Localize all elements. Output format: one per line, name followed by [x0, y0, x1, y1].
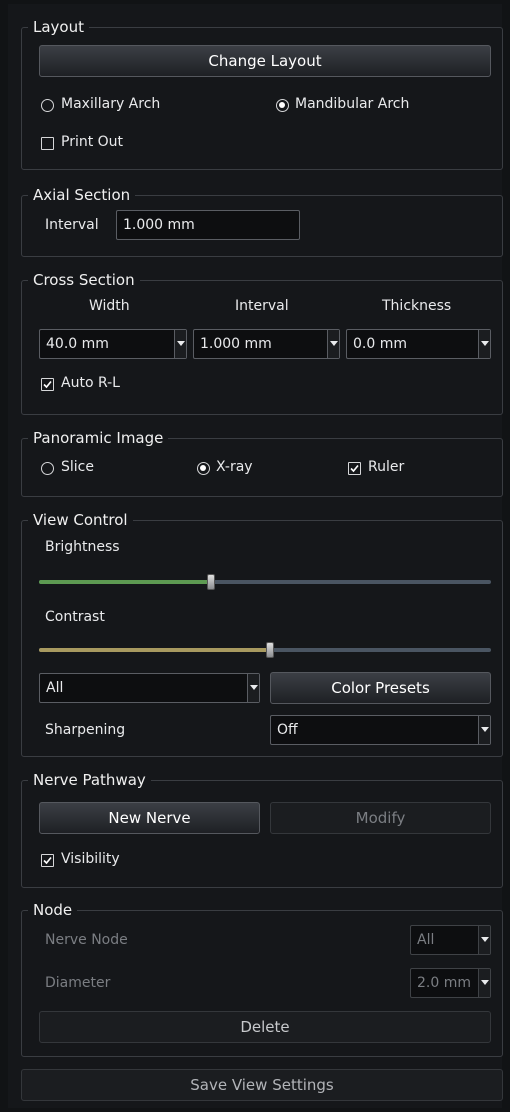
chevron-down-icon — [327, 330, 339, 358]
axial-interval-input[interactable]: 1.000 mm — [116, 210, 300, 240]
nerve-node-select[interactable]: All — [410, 925, 491, 955]
cross-width-select[interactable]: 40.0 mm — [39, 329, 187, 359]
cross-thickness-value: 0.0 mm — [353, 336, 407, 352]
contrast-label: Contrast — [45, 609, 105, 625]
chevron-down-icon — [478, 969, 490, 997]
nerve-pathway-title: Nerve Pathway — [28, 770, 151, 790]
sharpening-label: Sharpening — [45, 722, 126, 738]
print-out-label: Print Out — [61, 134, 124, 150]
nerve-pathway-group: Nerve Pathway New Nerve Modify Visibilit… — [21, 770, 503, 888]
axial-interval-label: Interval — [45, 217, 99, 233]
brightness-slider-fill — [39, 580, 211, 584]
panoramic-image-group: Panoramic Image Slice X-ray Ruler — [21, 428, 503, 497]
slice-radio[interactable] — [41, 462, 54, 475]
settings-panel: Layout Change Layout Maxillary Arch Mand… — [8, 4, 503, 1108]
contrast-slider-fill — [39, 648, 270, 652]
maxillary-label: Maxillary Arch — [61, 96, 161, 112]
chevron-down-icon — [174, 330, 186, 358]
panoramic-title: Panoramic Image — [28, 428, 169, 448]
brightness-slider-handle[interactable] — [207, 574, 215, 590]
visibility-checkbox[interactable] — [41, 854, 54, 867]
brightness-label: Brightness — [45, 539, 120, 555]
slice-label: Slice — [61, 459, 94, 475]
cross-section-group: Cross Section Width Interval Thickness 4… — [21, 270, 503, 415]
cross-width-header: Width — [89, 298, 130, 314]
diameter-value: 2.0 mm — [417, 975, 471, 991]
save-view-settings-button[interactable]: Save View Settings — [21, 1069, 503, 1101]
checkmark-icon — [43, 856, 52, 865]
ruler-label: Ruler — [368, 459, 405, 475]
diameter-select[interactable]: 2.0 mm — [410, 968, 491, 998]
delete-button[interactable]: Delete — [39, 1011, 491, 1043]
chevron-down-icon — [478, 926, 490, 954]
auto-rl-checkbox[interactable] — [41, 378, 54, 391]
cross-section-title: Cross Section — [28, 270, 140, 290]
xray-radio[interactable] — [197, 462, 210, 475]
auto-rl-label: Auto R-L — [61, 375, 120, 391]
mandibular-label: Mandibular Arch — [295, 96, 410, 112]
sharpening-select[interactable]: Off — [270, 715, 491, 745]
node-group: Node Nerve Node All Diameter 2.0 mm Dele… — [21, 900, 503, 1057]
cross-interval-header: Interval — [235, 298, 289, 314]
maxillary-radio[interactable] — [41, 99, 54, 112]
diameter-label: Diameter — [45, 975, 111, 991]
xray-label: X-ray — [216, 459, 253, 475]
new-nerve-button[interactable]: New Nerve — [39, 802, 260, 834]
channel-value: All — [46, 680, 64, 696]
visibility-label: Visibility — [61, 851, 120, 867]
cross-thickness-header: Thickness — [382, 298, 452, 314]
layout-group: Layout Change Layout Maxillary Arch Mand… — [21, 17, 503, 170]
modify-button[interactable]: Modify — [270, 802, 491, 834]
axial-section-title: Axial Section — [28, 185, 136, 205]
checkmark-icon — [43, 380, 52, 389]
chevron-down-icon — [247, 674, 259, 702]
nerve-node-value: All — [417, 932, 435, 948]
checkmark-icon — [350, 464, 359, 473]
ruler-checkbox[interactable] — [348, 462, 361, 475]
axial-section-group: Axial Section Interval 1.000 mm — [21, 185, 503, 257]
cross-width-value: 40.0 mm — [46, 336, 109, 352]
view-control-title: View Control — [28, 510, 133, 530]
mandibular-radio[interactable] — [276, 99, 289, 112]
view-control-group: View Control Brightness Contrast All Col… — [21, 510, 503, 757]
layout-group-title: Layout — [28, 17, 89, 37]
cross-thickness-select[interactable]: 0.0 mm — [346, 329, 491, 359]
nerve-node-label: Nerve Node — [45, 932, 128, 948]
sharpening-value: Off — [277, 722, 298, 738]
change-layout-button[interactable]: Change Layout — [39, 45, 491, 77]
chevron-down-icon — [478, 330, 490, 358]
cross-interval-value: 1.000 mm — [200, 336, 272, 352]
node-title: Node — [28, 900, 78, 920]
print-out-checkbox[interactable] — [41, 137, 54, 150]
color-presets-button[interactable]: Color Presets — [270, 672, 491, 704]
cross-interval-select[interactable]: 1.000 mm — [193, 329, 340, 359]
contrast-slider-handle[interactable] — [266, 642, 274, 658]
channel-select[interactable]: All — [39, 673, 260, 703]
chevron-down-icon — [478, 716, 490, 744]
